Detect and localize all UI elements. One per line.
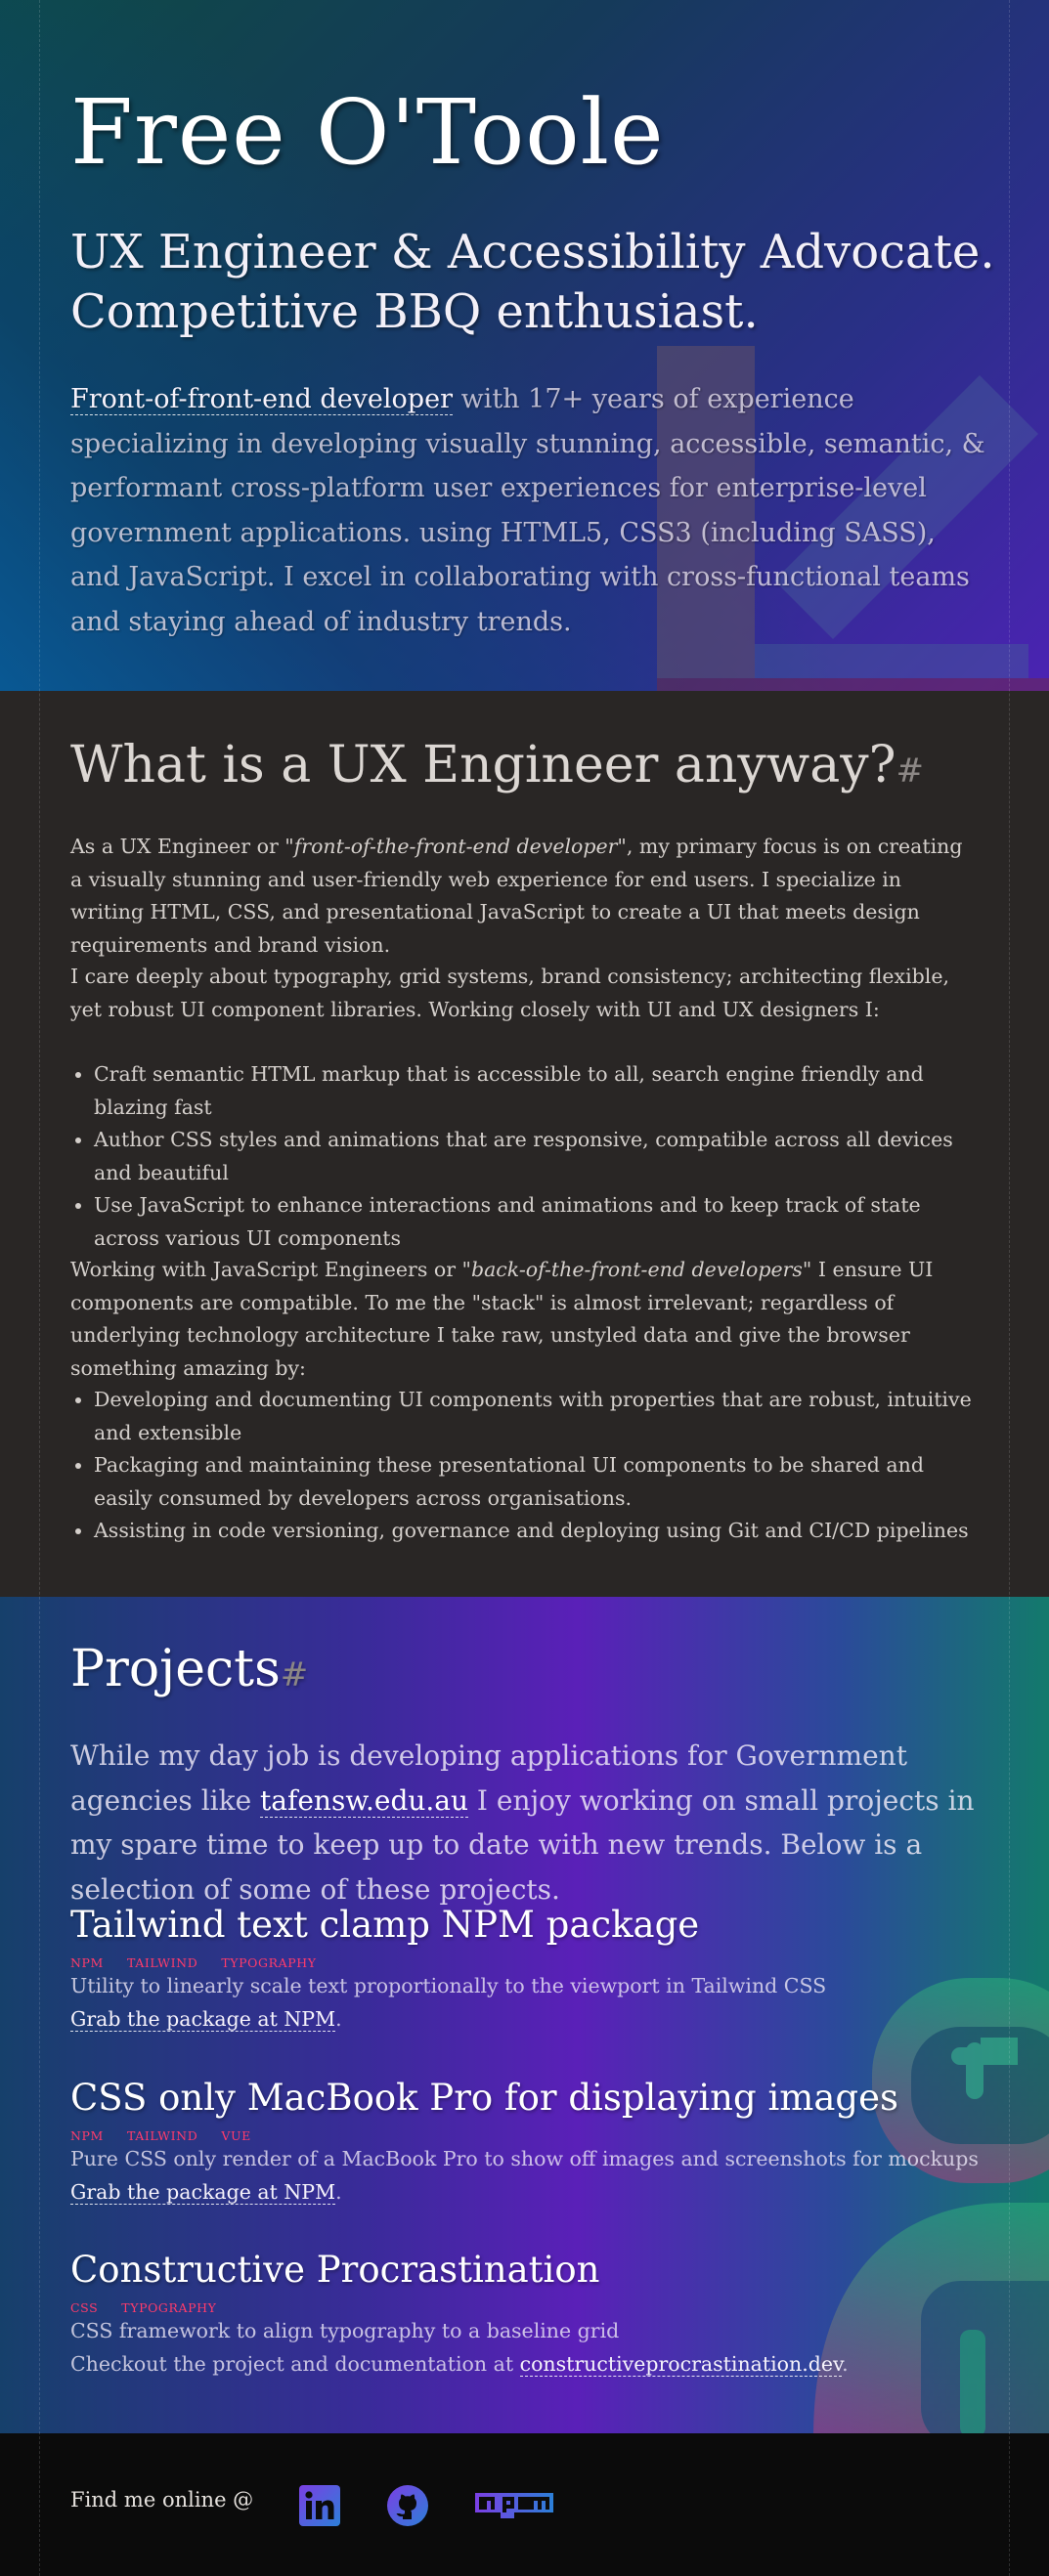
project-link-suffix: . bbox=[335, 2006, 342, 2031]
footer-label: Find me online @ bbox=[70, 2488, 254, 2512]
about-heading-text: What is a UX Engineer anyway? bbox=[70, 736, 896, 794]
constructive-procrastination-link[interactable]: constructiveprocrastination.dev bbox=[519, 2351, 843, 2377]
project-description: Utility to linearly scale text proportio… bbox=[70, 1974, 827, 1997]
linkedin-icon[interactable] bbox=[299, 2484, 340, 2527]
site-footer: Find me online @ bbox=[0, 2433, 1049, 2576]
projects-anchor-link[interactable]: # bbox=[281, 1655, 309, 1695]
project-title: Constructive Procrastination bbox=[70, 2249, 600, 2291]
hero-intro: Front-of-front-end developer with 17+ ye… bbox=[70, 377, 989, 644]
project-description: CSS framework to align typography to a b… bbox=[70, 2319, 620, 2342]
npm-icon[interactable] bbox=[475, 2484, 553, 2527]
list-item: Developing and documenting UI components… bbox=[94, 1384, 980, 1449]
project-link-prefix: Checkout the project and documentation a… bbox=[70, 2351, 520, 2376]
tag-badge: TYPOGRAPHY bbox=[221, 1955, 317, 1970]
about-paragraph-1: As a UX Engineer or "front-of-the-front-… bbox=[70, 831, 980, 962]
projects-heading-text: Projects bbox=[70, 1640, 281, 1698]
hero-tagline: UX Engineer & Accessibility Advocate. Co… bbox=[70, 223, 995, 342]
about-p2-text: I care deeply about typography, grid sys… bbox=[70, 965, 949, 1021]
project-tags: NPM TAILWIND VUE bbox=[70, 2125, 999, 2143]
project-link-suffix: . bbox=[842, 2351, 849, 2376]
project-card: CSS only MacBook Pro for displaying imag… bbox=[70, 2077, 999, 2209]
hero-intro-text: with 17+ years of experience specializin… bbox=[70, 384, 985, 637]
front-of-front-end-link[interactable]: Front-of-front-end developer bbox=[70, 384, 453, 415]
about-p3-emphasis: "back-of-the-front-end developers" bbox=[461, 1258, 812, 1281]
projects-section: Projects# While my day job is developing… bbox=[0, 1597, 1049, 2433]
project-link-line: Grab the package at NPM. bbox=[70, 2003, 999, 2037]
tagline-line-1: UX Engineer & Accessibility Advocate. bbox=[70, 225, 995, 279]
projects-heading: Projects# bbox=[70, 1640, 308, 1698]
tafensw-link[interactable]: tafensw.edu.au bbox=[260, 1783, 469, 1818]
about-p3-text: Working with JavaScript Engineers or bbox=[70, 1258, 462, 1281]
about-anchor-link[interactable]: # bbox=[896, 751, 925, 791]
list-item: Craft semantic HTML markup that is acces… bbox=[94, 1058, 980, 1124]
list-item: Assisting in code versioning, governance… bbox=[94, 1515, 980, 1548]
tag-badge: TAILWIND bbox=[126, 1955, 198, 1970]
about-paragraph-2: I care deeply about typography, grid sys… bbox=[70, 961, 980, 1026]
npm-package-link[interactable]: Grab the package at NPM bbox=[70, 2006, 336, 2032]
project-link-line: Grab the package at NPM. bbox=[70, 2176, 999, 2210]
about-paragraph-3: Working with JavaScript Engineers or "ba… bbox=[70, 1254, 980, 1385]
tag-badge: CSS bbox=[70, 2300, 99, 2315]
project-tags: CSS TYPOGRAPHY bbox=[70, 2297, 999, 2315]
about-section: What is a UX Engineer anyway?# As a UX E… bbox=[0, 691, 1049, 1597]
about-p1-text: As a UX Engineer or bbox=[70, 835, 285, 858]
tagline-line-2: Competitive BBQ enthusiast. bbox=[70, 284, 759, 339]
about-heading: What is a UX Engineer anyway?# bbox=[70, 736, 924, 794]
tag-badge: NPM bbox=[70, 1955, 104, 1970]
github-icon[interactable] bbox=[386, 2484, 429, 2527]
project-description: Pure CSS only render of a MacBook Pro to… bbox=[70, 2147, 979, 2170]
list-item: Author CSS styles and animations that ar… bbox=[94, 1124, 980, 1189]
projects-intro: While my day job is developing applicati… bbox=[70, 1734, 989, 1911]
hero-section: Free O'Toole UX Engineer & Accessibility… bbox=[0, 0, 1049, 691]
list-item: Use JavaScript to enhance interactions a… bbox=[94, 1189, 980, 1255]
list-item: Packaging and maintaining these presenta… bbox=[94, 1449, 980, 1515]
project-link-suffix: . bbox=[335, 2179, 342, 2204]
project-card: Constructive Procrastination CSS TYPOGRAP… bbox=[70, 2249, 999, 2381]
tag-badge: VUE bbox=[221, 2128, 251, 2143]
project-title: CSS only MacBook Pro for displaying imag… bbox=[70, 2077, 898, 2119]
site-owner-name: Free O'Toole bbox=[70, 80, 665, 185]
tag-badge: TAILWIND bbox=[126, 2128, 198, 2143]
project-title: Tailwind text clamp NPM package bbox=[70, 1904, 700, 1946]
tag-badge: TYPOGRAPHY bbox=[121, 2300, 217, 2315]
project-card: Tailwind text clamp NPM package NPM TAILW… bbox=[70, 1904, 999, 2036]
ui-designers-list: Craft semantic HTML markup that is acces… bbox=[70, 1058, 980, 1255]
tag-badge: NPM bbox=[70, 2128, 104, 2143]
npm-package-link[interactable]: Grab the package at NPM bbox=[70, 2179, 336, 2205]
project-link-line: Checkout the project and documentation a… bbox=[70, 2348, 999, 2382]
project-tags: NPM TAILWIND TYPOGRAPHY bbox=[70, 1953, 999, 1970]
js-engineers-list: Developing and documenting UI components… bbox=[70, 1384, 980, 1548]
about-p1-emphasis: "front-of-the-front-end developer" bbox=[284, 835, 627, 858]
